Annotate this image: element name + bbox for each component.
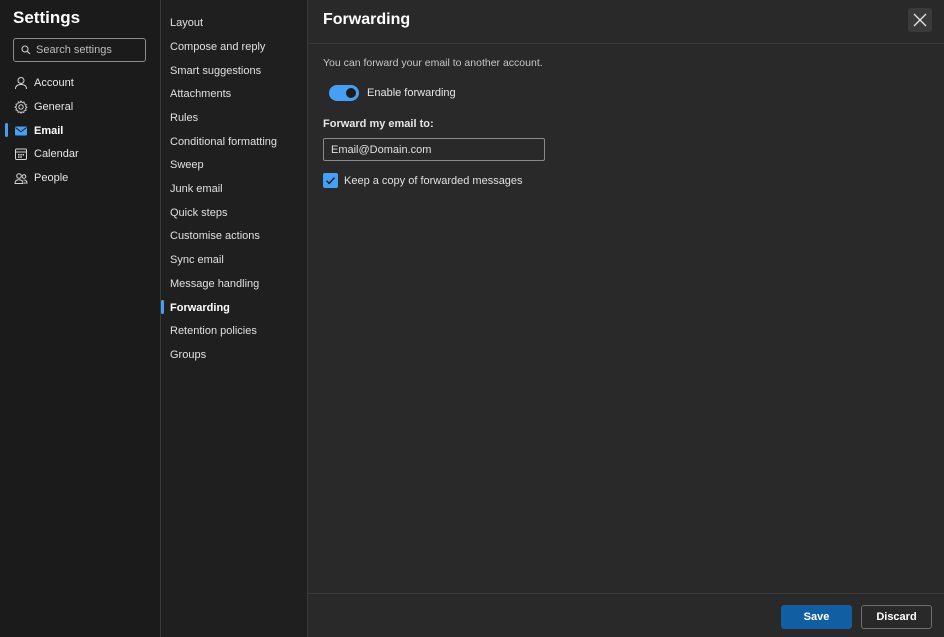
active-indicator: [5, 123, 8, 137]
subnav-item-smart-suggestions[interactable]: Smart suggestions: [161, 60, 307, 82]
close-button[interactable]: [908, 8, 932, 32]
people-icon: [13, 171, 28, 186]
search-icon: [21, 45, 31, 55]
subnav-item-customise-actions[interactable]: Customise actions: [161, 225, 307, 247]
app-title: Settings: [13, 8, 81, 27]
subnav-item-label: Layout: [170, 17, 204, 29]
subnav-item-message-handling[interactable]: Message handling: [161, 273, 307, 295]
enable-forwarding-label: Enable forwarding: [367, 87, 456, 99]
nav-item-people[interactable]: People: [0, 167, 160, 189]
subnav-item-label: Customise actions: [170, 230, 260, 242]
nav-item-calendar[interactable]: Calendar: [0, 143, 160, 165]
subnav-item-label: Sweep: [170, 159, 204, 171]
forward-to-label: Forward my email to:: [323, 118, 434, 130]
subnav-item-label: Attachments: [170, 88, 232, 100]
header-divider: [308, 43, 944, 44]
forwarding-description: You can forward your email to another ac…: [323, 57, 543, 69]
subnav-item-groups[interactable]: Groups: [161, 344, 307, 366]
mail-icon: [13, 124, 28, 139]
subnav-item-junk-email[interactable]: Junk email: [161, 178, 307, 200]
subnav-item-quick-steps[interactable]: Quick steps: [161, 202, 307, 224]
subnav-item-label: Conditional formatting: [170, 136, 278, 148]
toggle-knob: [346, 88, 356, 98]
subnav-item-label: Smart suggestions: [170, 65, 262, 77]
subnav-item-attachments[interactable]: Attachments: [161, 83, 307, 105]
nav-item-label: Email: [34, 125, 64, 137]
checkmark-icon: [326, 177, 336, 185]
subnav-item-sweep[interactable]: Sweep: [161, 154, 307, 176]
subnav-item-label: Groups: [170, 349, 207, 361]
subnav-item-retention-policies[interactable]: Retention policies: [161, 320, 307, 342]
forward-email-input[interactable]: [323, 138, 545, 161]
subnav-item-label: Junk email: [170, 183, 223, 195]
calendar-icon: [13, 147, 28, 162]
subnav-item-rules[interactable]: Rules: [161, 107, 307, 129]
page-title: Forwarding: [323, 11, 411, 28]
gear-icon: [13, 100, 28, 115]
subnav-item-compose-and-reply[interactable]: Compose and reply: [161, 36, 307, 58]
footer-divider: [308, 593, 944, 594]
subnav-item-conditional-formatting[interactable]: Conditional formatting: [161, 131, 307, 153]
nav-item-label: Account: [34, 77, 74, 89]
subnav-item-label: Quick steps: [170, 207, 228, 219]
nav-item-account[interactable]: Account: [0, 72, 160, 94]
nav-item-general[interactable]: General: [0, 96, 160, 118]
subnav-item-label: Compose and reply: [170, 41, 266, 53]
nav-item-email[interactable]: Email: [0, 120, 160, 142]
save-button[interactable]: Save: [781, 605, 852, 629]
discard-button[interactable]: Discard: [861, 605, 932, 629]
keep-copy-label: Keep a copy of forwarded messages: [344, 175, 523, 187]
subnav-item-label: Sync email: [170, 254, 224, 266]
subnav-item-forwarding[interactable]: Forwarding: [161, 297, 307, 319]
enable-forwarding-toggle[interactable]: [329, 85, 359, 101]
subnav-item-label: Rules: [170, 112, 199, 124]
subnav-item-label: Retention policies: [170, 325, 257, 337]
nav-item-label: Calendar: [34, 148, 79, 160]
subnav-item-layout[interactable]: Layout: [161, 12, 307, 34]
nav-item-label: People: [34, 172, 69, 184]
search-input[interactable]: [36, 44, 136, 56]
search-box[interactable]: [13, 38, 146, 62]
subnav-item-label: Message handling: [170, 278, 260, 290]
person-icon: [13, 76, 28, 91]
keep-copy-checkbox[interactable]: [323, 173, 338, 188]
subnav-item-label: Forwarding: [170, 302, 230, 314]
forwarding-panel: Forwarding You can forward your email to…: [308, 0, 944, 637]
subnav-item-sync-email[interactable]: Sync email: [161, 249, 307, 271]
active-indicator: [161, 300, 164, 314]
nav-item-label: General: [34, 101, 74, 113]
close-icon: [913, 13, 927, 27]
